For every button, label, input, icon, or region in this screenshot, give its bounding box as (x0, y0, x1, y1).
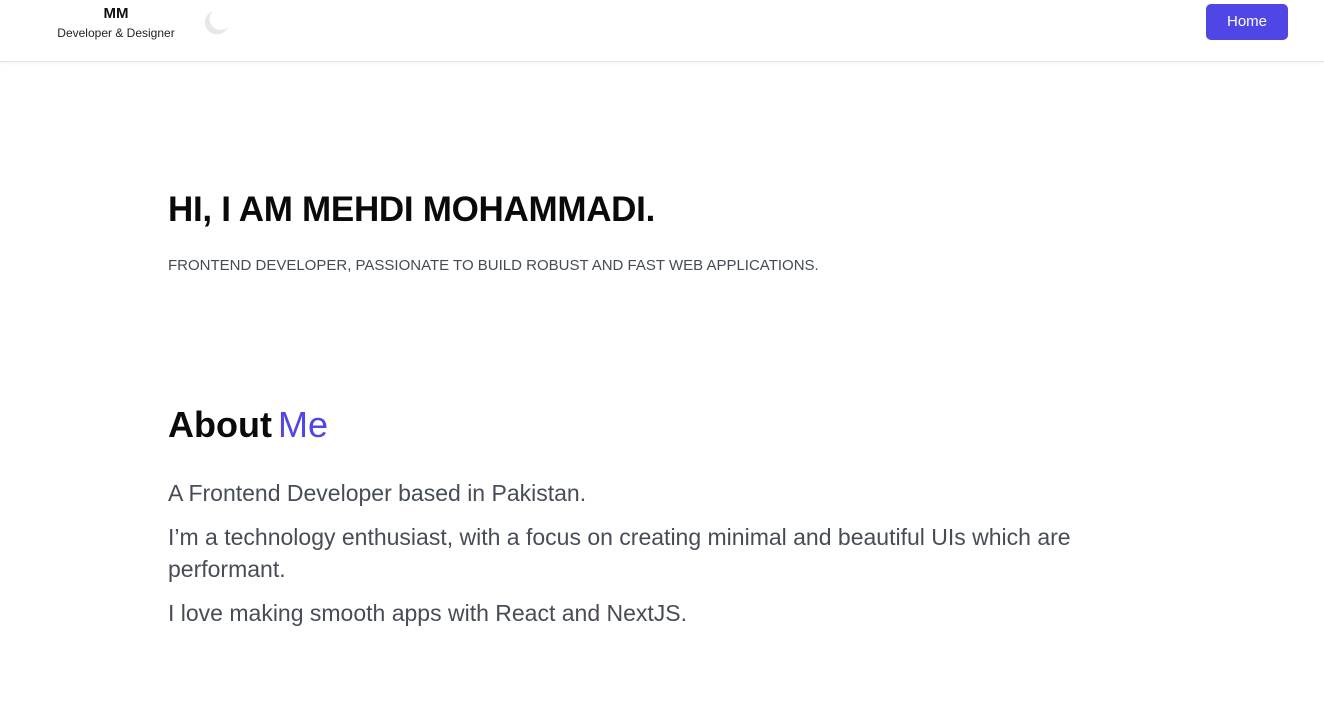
about-heading-strong: About (168, 404, 272, 445)
about-heading: About Me (168, 402, 328, 448)
home-button[interactable]: Home (1206, 4, 1288, 40)
brand[interactable]: MM Developer & Designer (52, 5, 180, 41)
about-paragraph: I’m a technology enthusiast, with a focu… (168, 524, 1071, 582)
hero-title: HI, I AM MEHDI MOHAMMADI. (168, 190, 655, 229)
about-paragraph: A Frontend Developer based in Pakistan. (168, 480, 587, 506)
about-heading-accent: Me (277, 404, 328, 445)
moon-icon-svg (204, 11, 228, 35)
about-body: A Frontend Developer based in Pakistan. … (168, 477, 1148, 641)
about-paragraph: I love making smooth apps with React and… (168, 600, 688, 626)
brand-subtitle: Developer & Designer (57, 26, 175, 40)
site-header: MM Developer & Designer Home (0, 0, 1324, 62)
brand-title: MM (103, 5, 129, 22)
moon-icon[interactable] (200, 9, 230, 37)
hero-subtitle: FRONTEND DEVELOPER, PASSIONATE TO BUILD … (168, 257, 819, 274)
